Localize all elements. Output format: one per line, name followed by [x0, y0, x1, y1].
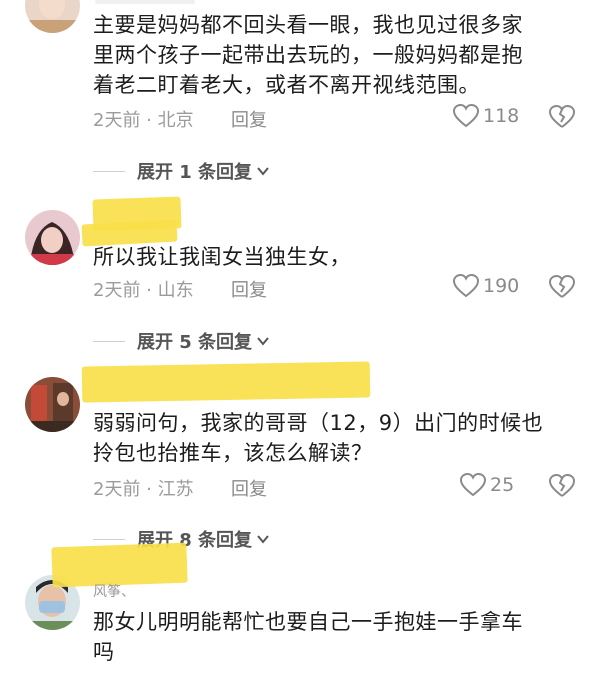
heart-icon	[453, 274, 479, 298]
like-count: 190	[483, 275, 520, 297]
avatar[interactable]	[25, 377, 80, 432]
time-location: 2天前 · 山东	[93, 280, 194, 301]
avatar-image	[25, 210, 80, 265]
broken-heart-icon[interactable]	[549, 275, 575, 299]
chevron-down-icon	[257, 167, 269, 176]
comment-text: 弱弱问句，我家的哥哥（12，9）出门的时候也 拎包也抬推车，该怎么解读？	[93, 408, 583, 468]
comment-text: 主要是妈妈都不回头看一眼，我也见过很多家 里两个孩子一起带出去玩的，一般妈妈都是…	[93, 10, 583, 100]
expand-label: 展开 1 条回复	[137, 162, 253, 183]
time-location: 2天前 · 北京	[93, 110, 194, 131]
chevron-down-icon	[257, 535, 269, 544]
reply-button[interactable]: 回复	[231, 276, 267, 302]
like-button[interactable]: 118	[453, 104, 519, 128]
reply-button[interactable]: 回复	[231, 106, 267, 132]
comment-text-line: 着老二盯着老大，或者不离开视线范围。	[93, 73, 480, 97]
comment-text: 所以我让我闺女当独生女，	[93, 242, 583, 272]
expand-replies-button[interactable]: 展开 1 条回复	[93, 158, 270, 184]
reply-button[interactable]: 回复	[231, 475, 267, 501]
username[interactable]: 风筝、	[93, 581, 135, 601]
comment-text-line: 拎包也抬推车，该怎么解读？	[93, 441, 373, 465]
like-count: 25	[490, 474, 515, 496]
heart-icon	[453, 104, 479, 128]
comment-text-line: 所以我让我闺女当独生女，	[93, 245, 351, 269]
chevron-down-icon	[257, 337, 269, 346]
avatar[interactable]	[25, 210, 80, 265]
comment-text-line: 主要是妈妈都不回头看一眼，我也见过很多家	[93, 13, 523, 37]
like-button[interactable]: 190	[453, 274, 519, 298]
comment-text-line: 那女儿明明能帮忙也要自己一手抱娃一手拿车	[93, 610, 523, 634]
divider-line	[93, 170, 125, 172]
time-location: 2天前 · 江苏	[93, 479, 194, 500]
expand-label: 展开 5 条回复	[137, 332, 253, 353]
divider-line	[93, 538, 125, 540]
broken-heart-icon[interactable]	[549, 105, 575, 129]
comment-text-line: 弱弱问句，我家的哥哥（12，9）出门的时候也	[93, 411, 544, 435]
like-count: 118	[483, 105, 520, 127]
divider-line	[93, 340, 125, 342]
like-button[interactable]: 25	[460, 473, 514, 497]
heart-icon	[460, 473, 486, 497]
expand-replies-button[interactable]: 展开 5 条回复	[93, 328, 270, 354]
avatar-image	[25, 377, 80, 432]
name-redaction	[95, 0, 195, 4]
name-redaction	[81, 361, 371, 403]
broken-heart-icon[interactable]	[549, 474, 575, 498]
avatar[interactable]	[25, 0, 80, 33]
comment-text-line: 里两个孩子一起带出去玩的，一般妈妈都是抱	[93, 43, 523, 67]
comment-text-line: 吗	[93, 640, 115, 664]
avatar-image	[25, 0, 80, 33]
comment-text: 那女儿明明能帮忙也要自己一手抱娃一手拿车 吗	[93, 607, 583, 667]
